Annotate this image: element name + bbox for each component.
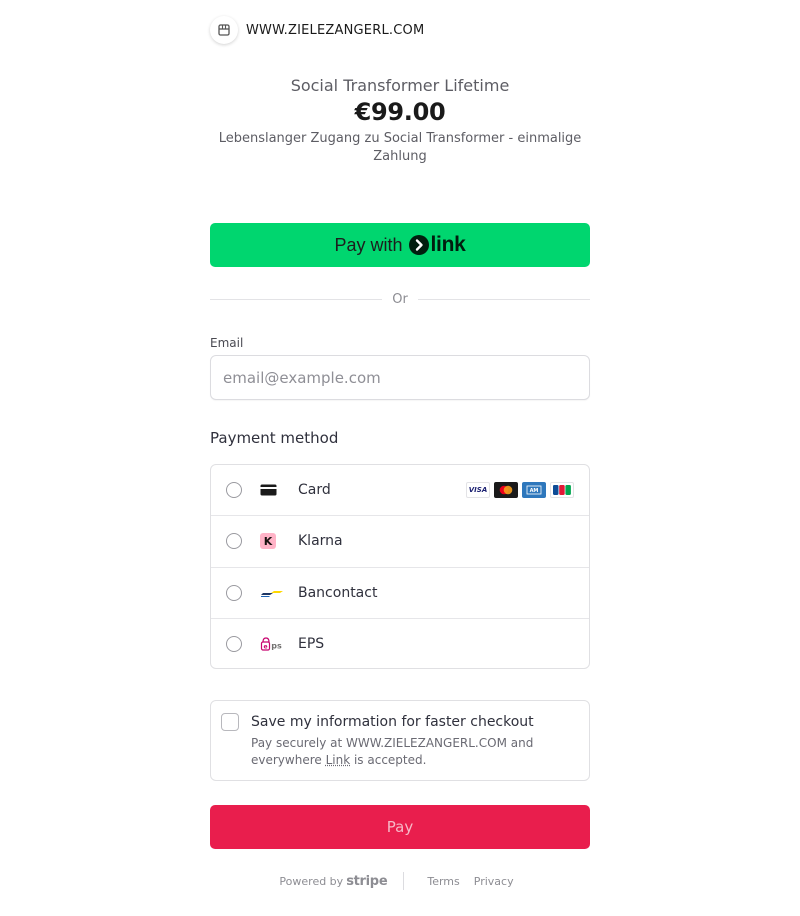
eps-icon: e ps (260, 636, 284, 652)
save-info-checkbox[interactable] (221, 713, 239, 731)
klarna-icon: K (260, 533, 284, 550)
payment-option-bancontact[interactable]: Bancontact (211, 568, 589, 619)
link-logo: link (408, 233, 466, 257)
bancontact-label: Bancontact (298, 584, 378, 601)
card-label: Card (298, 482, 331, 499)
merchant-header: WWW.ZIELEZANGERL.COM (210, 16, 424, 44)
card-brands: VISA AM (466, 482, 574, 499)
svg-text:e: e (263, 644, 267, 651)
svg-text:ps: ps (271, 642, 282, 651)
card-radio[interactable] (226, 482, 242, 499)
klarna-radio[interactable] (226, 533, 242, 550)
link-info-link[interactable]: Link (326, 753, 351, 767)
jcb-icon (550, 482, 574, 499)
visa-icon: VISA (466, 482, 490, 499)
klarna-label: Klarna (298, 533, 343, 550)
svg-text:K: K (264, 535, 273, 548)
or-divider: Or (210, 290, 591, 308)
footer-separator (403, 872, 405, 890)
save-info-title: Save my information for faster checkout (251, 714, 534, 730)
link-wordmark: link (430, 233, 466, 256)
store-icon (210, 16, 238, 44)
pay-with-label: Pay with (334, 234, 403, 255)
email-field[interactable] (210, 355, 590, 400)
powered-by-text: Powered by (279, 874, 344, 888)
product-description: Lebenslanger Zugang zu Social Transforme… (218, 131, 582, 164)
pay-with-link-button[interactable]: Pay with link (210, 223, 590, 267)
product-price: €99.00 (354, 98, 446, 126)
save-info-text-end: is accepted. (350, 753, 427, 767)
divider-line-right (417, 298, 591, 300)
eps-radio[interactable] (226, 636, 242, 653)
save-info-description: Pay securely at WWW.ZIELEZANGERL.COM and… (251, 735, 579, 769)
privacy-link[interactable]: Privacy (474, 875, 514, 888)
bancontact-radio[interactable] (226, 584, 242, 601)
payment-option-eps[interactable]: e ps EPS (211, 619, 589, 668)
amex-icon: AM (522, 482, 546, 499)
mastercard-icon (494, 482, 518, 499)
divider-text: Or (392, 291, 408, 307)
payment-option-klarna[interactable]: K Klarna (211, 516, 589, 568)
product-name: Social Transformer Lifetime (290, 76, 510, 95)
merchant-name: WWW.ZIELEZANGERL.COM (246, 22, 425, 38)
payment-method-list: Card VISA AM K Klarna Bancontact e ps EP… (210, 464, 590, 669)
bancontact-icon (260, 585, 284, 601)
eps-label: EPS (298, 636, 325, 653)
email-label: Email (210, 336, 244, 350)
payment-method-title: Payment method (210, 429, 339, 447)
powered-by-stripe[interactable]: Powered by stripe (279, 874, 387, 889)
card-icon (260, 482, 284, 498)
stripe-logo: stripe (346, 873, 388, 889)
save-info-panel: Save my information for faster checkout … (210, 700, 590, 781)
payment-option-card[interactable]: Card VISA AM (211, 465, 589, 517)
terms-link[interactable]: Terms (427, 875, 459, 888)
link-arrow-icon (408, 235, 429, 255)
product-summary: Social Transformer Lifetime €99.00 Leben… (210, 76, 590, 166)
svg-text:AM: AM (530, 488, 539, 494)
divider-line-left (210, 298, 383, 300)
footer: Powered by stripe Terms Privacy (210, 872, 590, 890)
pay-button[interactable]: Pay (210, 805, 590, 849)
